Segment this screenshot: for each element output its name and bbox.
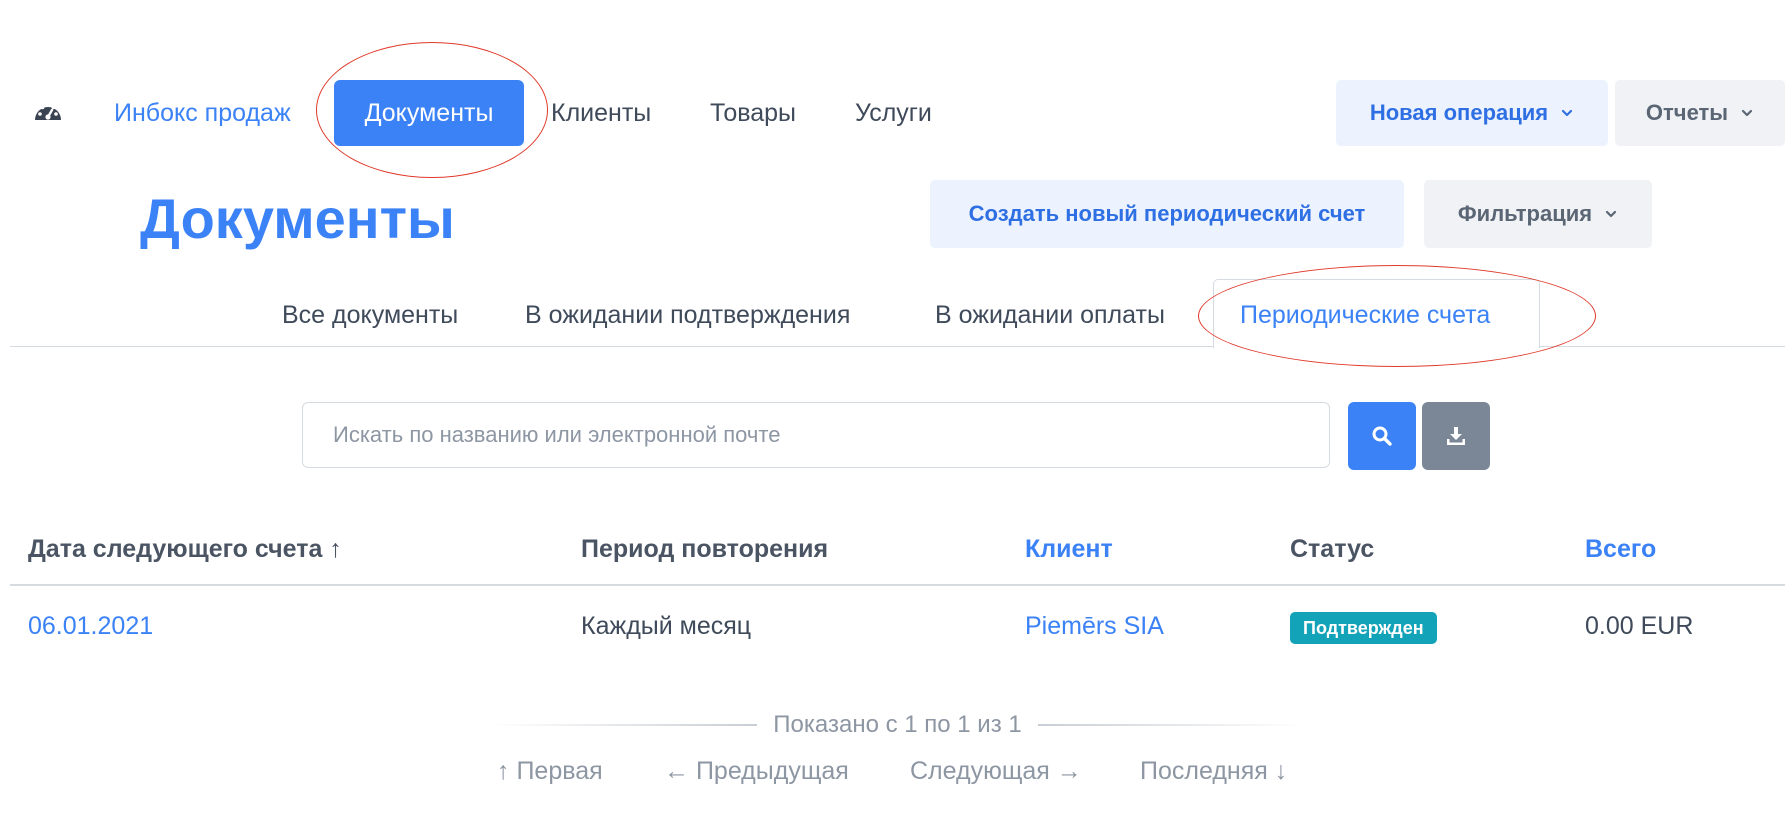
- pagination-last[interactable]: Последняя ↓: [1140, 754, 1287, 788]
- filter-label: Фильтрация: [1457, 201, 1593, 226]
- magnifier-icon: [1372, 426, 1392, 446]
- nav-documents[interactable]: Документы: [334, 80, 524, 146]
- speedometer-icon[interactable]: [32, 98, 64, 126]
- create-periodic-invoice-label: Создать новый периодический счет: [968, 201, 1366, 226]
- chevron-down-icon: [1741, 109, 1753, 117]
- new-operation-label: Новая операция: [1369, 100, 1549, 125]
- row-repeat-period: Каждый месяц: [581, 612, 752, 640]
- table-header-divider: [10, 584, 1785, 586]
- tab-all-documents[interactable]: Все документы: [282, 298, 458, 332]
- nav-clients[interactable]: Клиенты: [551, 96, 651, 130]
- nav-services[interactable]: Услуги: [855, 96, 932, 130]
- pagination-divider-left: [490, 724, 758, 726]
- nav-products[interactable]: Товары: [710, 96, 796, 130]
- pagination-first[interactable]: ↑ Первая: [497, 754, 603, 788]
- col-header-status: Статус: [1290, 535, 1375, 563]
- search-button[interactable]: [1348, 402, 1416, 470]
- col-header-client[interactable]: Клиент: [1025, 532, 1113, 566]
- pagination-summary: Показано с 1 по 1 из 1: [490, 708, 1305, 742]
- tab-awaiting-payment[interactable]: В ожидании оплаты: [935, 298, 1165, 332]
- chevron-down-icon: [1562, 109, 1573, 117]
- tab-awaiting-confirmation[interactable]: В ожидании подтверждения: [525, 298, 850, 332]
- pagination-summary-text: Показано с 1 по 1 из 1: [773, 711, 1022, 738]
- col-header-repeat-period: Период повторения: [581, 535, 829, 563]
- new-operation-button[interactable]: Новая операция: [1336, 80, 1608, 146]
- download-button[interactable]: [1422, 402, 1490, 470]
- pagination-prev[interactable]: ← Предыдущая: [664, 754, 849, 788]
- filter-button[interactable]: Фильтрация: [1424, 180, 1652, 248]
- status-badge: Подтвержден: [1290, 612, 1437, 644]
- pagination-divider-right: [1037, 724, 1305, 726]
- download-icon: [1447, 427, 1465, 445]
- col-header-total[interactable]: Всего: [1585, 532, 1656, 566]
- page-title: Документы: [140, 187, 455, 250]
- nav-sales-inbox[interactable]: Инбокс продаж: [114, 96, 291, 130]
- create-periodic-invoice-button[interactable]: Создать новый периодический счет: [930, 180, 1404, 248]
- reports-button[interactable]: Отчеты: [1615, 80, 1785, 146]
- reports-label: Отчеты: [1645, 100, 1729, 125]
- row-total: 0.00 EUR: [1585, 612, 1694, 640]
- search-input[interactable]: [302, 402, 1330, 468]
- pagination-next[interactable]: Следующая →: [910, 754, 1082, 788]
- row-next-invoice-date[interactable]: 06.01.2021: [28, 609, 153, 643]
- chevron-down-icon: [1605, 210, 1617, 218]
- tab-periodic-invoices[interactable]: Периодические счета: [1240, 298, 1490, 332]
- col-header-next-invoice-date[interactable]: Дата следующего счета ↑: [28, 532, 342, 566]
- row-client[interactable]: Piemērs SIA: [1025, 609, 1164, 643]
